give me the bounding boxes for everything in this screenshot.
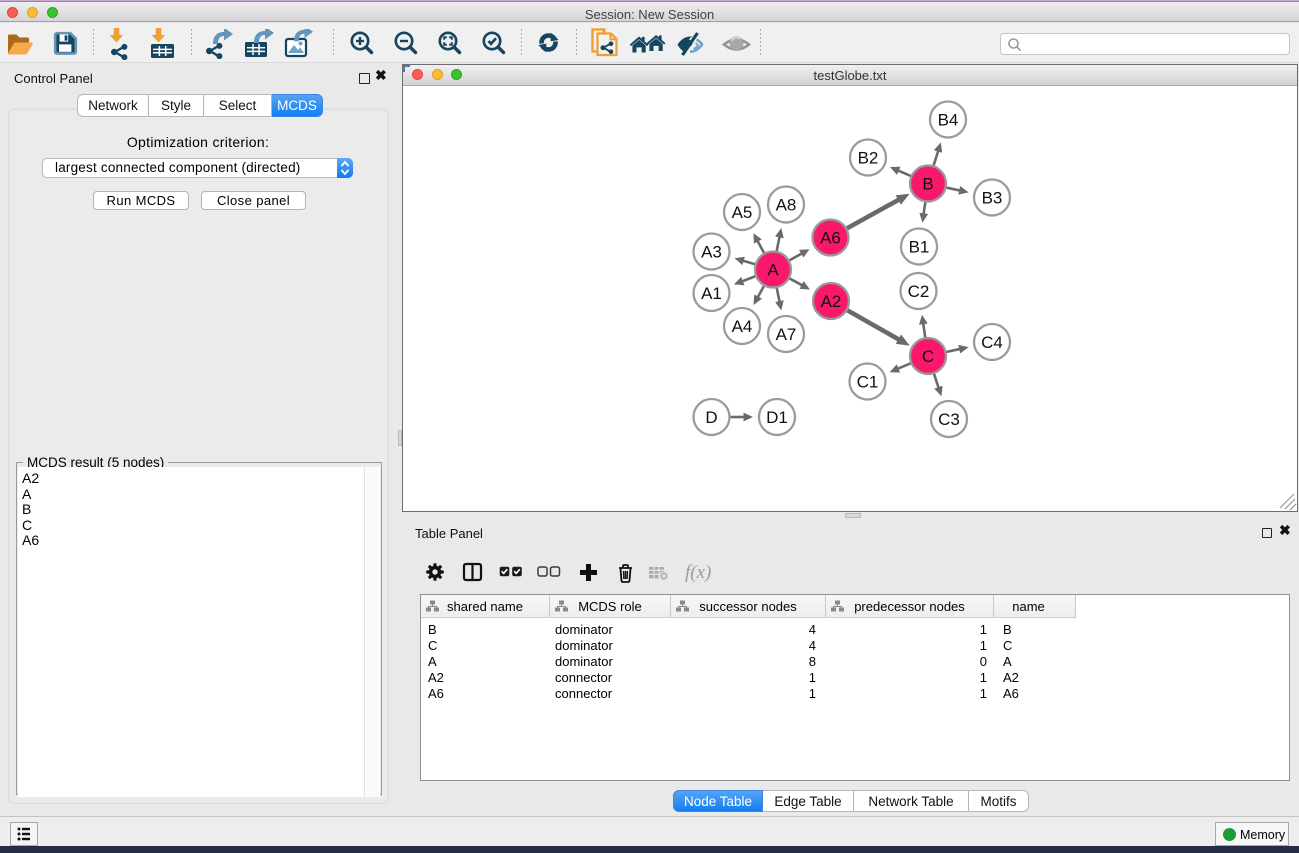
svg-text:A2: A2 xyxy=(821,292,842,311)
svg-text:D1: D1 xyxy=(766,408,788,427)
svg-text:B: B xyxy=(922,175,933,194)
svg-text:A6: A6 xyxy=(820,229,841,248)
svg-text:C2: C2 xyxy=(908,282,930,301)
svg-text:C4: C4 xyxy=(981,333,1003,352)
svg-text:A4: A4 xyxy=(732,317,753,336)
svg-text:A8: A8 xyxy=(776,196,797,215)
svg-text:A7: A7 xyxy=(776,325,797,344)
svg-text:C: C xyxy=(922,347,934,366)
svg-text:A3: A3 xyxy=(701,243,722,262)
svg-text:A1: A1 xyxy=(701,284,722,303)
svg-text:A5: A5 xyxy=(732,203,753,222)
svg-text:A: A xyxy=(767,261,779,280)
svg-text:D: D xyxy=(705,408,717,427)
svg-text:B4: B4 xyxy=(938,111,959,130)
svg-text:C1: C1 xyxy=(857,373,879,392)
svg-text:B3: B3 xyxy=(982,189,1003,208)
svg-text:B1: B1 xyxy=(909,238,930,257)
svg-text:B2: B2 xyxy=(858,149,879,168)
svg-text:C3: C3 xyxy=(938,410,960,429)
